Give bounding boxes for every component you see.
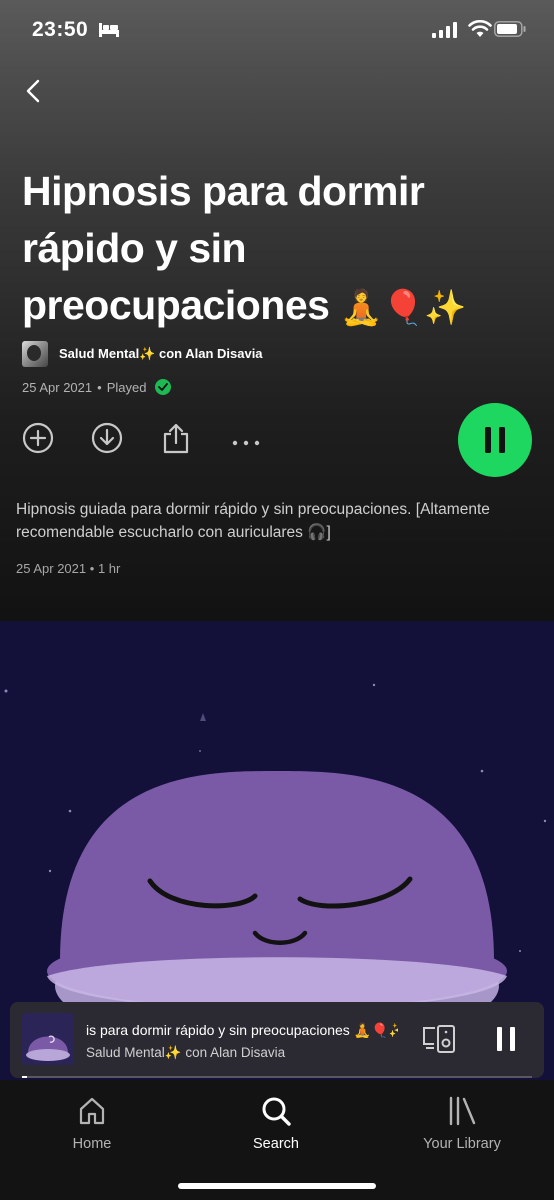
- mini-player[interactable]: is para dormir rápido y sin preocupacion…: [10, 1002, 544, 1078]
- meta-separator: •: [97, 379, 102, 395]
- show-thumbnail: [22, 341, 48, 367]
- tab-library-label: Your Library: [423, 1136, 501, 1152]
- tab-search[interactable]: Search: [206, 1096, 346, 1152]
- tab-home-label: Home: [72, 1136, 112, 1152]
- show-link[interactable]: Salud Mental✨ con Alan Disavia: [22, 340, 263, 368]
- title-emoji: 🧘🎈✨: [340, 288, 466, 328]
- pause-icon: [485, 427, 505, 453]
- play-pause-button[interactable]: [458, 403, 532, 477]
- download-button[interactable]: [91, 422, 123, 459]
- share-icon: [163, 423, 189, 454]
- mini-player-artwork: [22, 1013, 74, 1065]
- download-icon: [91, 422, 123, 454]
- episode-meta: 25 Apr 2021 • Played: [22, 379, 172, 395]
- library-icon: [449, 1096, 476, 1126]
- played-status: Played: [106, 379, 147, 395]
- episode-title: Hipnosis para dormir rápido y sin preocu…: [22, 163, 522, 337]
- connect-device-icon: [423, 1025, 455, 1053]
- status-bar: 23:50: [0, 0, 554, 60]
- episode-description: Hipnosis guiada para dormir rápido y sin…: [16, 501, 490, 541]
- mini-progress-bar[interactable]: [22, 1076, 532, 1078]
- episode-date-2: 25 Apr 2021: [16, 561, 87, 576]
- episode-duration: 1 hr: [97, 561, 121, 576]
- tab-search-label: Search: [253, 1136, 299, 1152]
- mini-player-title: is para dormir rápido y sin preocupacion…: [86, 1022, 398, 1038]
- episode-date-duration: 25 Apr 2021 • 1 hr: [16, 561, 120, 576]
- connect-device-button[interactable]: [422, 1024, 456, 1059]
- search-icon: [262, 1097, 291, 1126]
- share-button[interactable]: [162, 422, 190, 459]
- bed-icon: [98, 22, 120, 43]
- meta-separator-2: •: [89, 561, 95, 576]
- check-icon: [155, 379, 172, 395]
- episode-date: 25 Apr 2021: [22, 379, 93, 395]
- mini-pause-button[interactable]: [495, 1026, 517, 1057]
- more-button[interactable]: [232, 433, 260, 451]
- home-icon: [79, 1097, 105, 1125]
- mini-progress-fill: [22, 1076, 28, 1078]
- pause-icon: [497, 1027, 515, 1051]
- wifi-icon: [468, 19, 492, 43]
- status-time: 23:50: [32, 18, 89, 41]
- episode-actions: [0, 403, 554, 477]
- chevron-left-icon: [26, 79, 40, 103]
- signal-icon: [432, 22, 458, 43]
- more-icon: [232, 440, 260, 446]
- mini-player-subtitle: Salud Mental✨ con Alan Disavia: [86, 1045, 286, 1060]
- tab-home[interactable]: Home: [22, 1096, 162, 1152]
- battery-icon: [494, 21, 526, 42]
- show-name: Salud Mental✨ con Alan Disavia: [59, 346, 263, 361]
- back-button[interactable]: [22, 78, 46, 104]
- home-indicator: [178, 1183, 376, 1189]
- add-button[interactable]: [22, 422, 54, 459]
- add-icon: [22, 422, 54, 454]
- tab-library[interactable]: Your Library: [392, 1096, 532, 1152]
- tab-bar: Home Search Your Library: [0, 1080, 554, 1200]
